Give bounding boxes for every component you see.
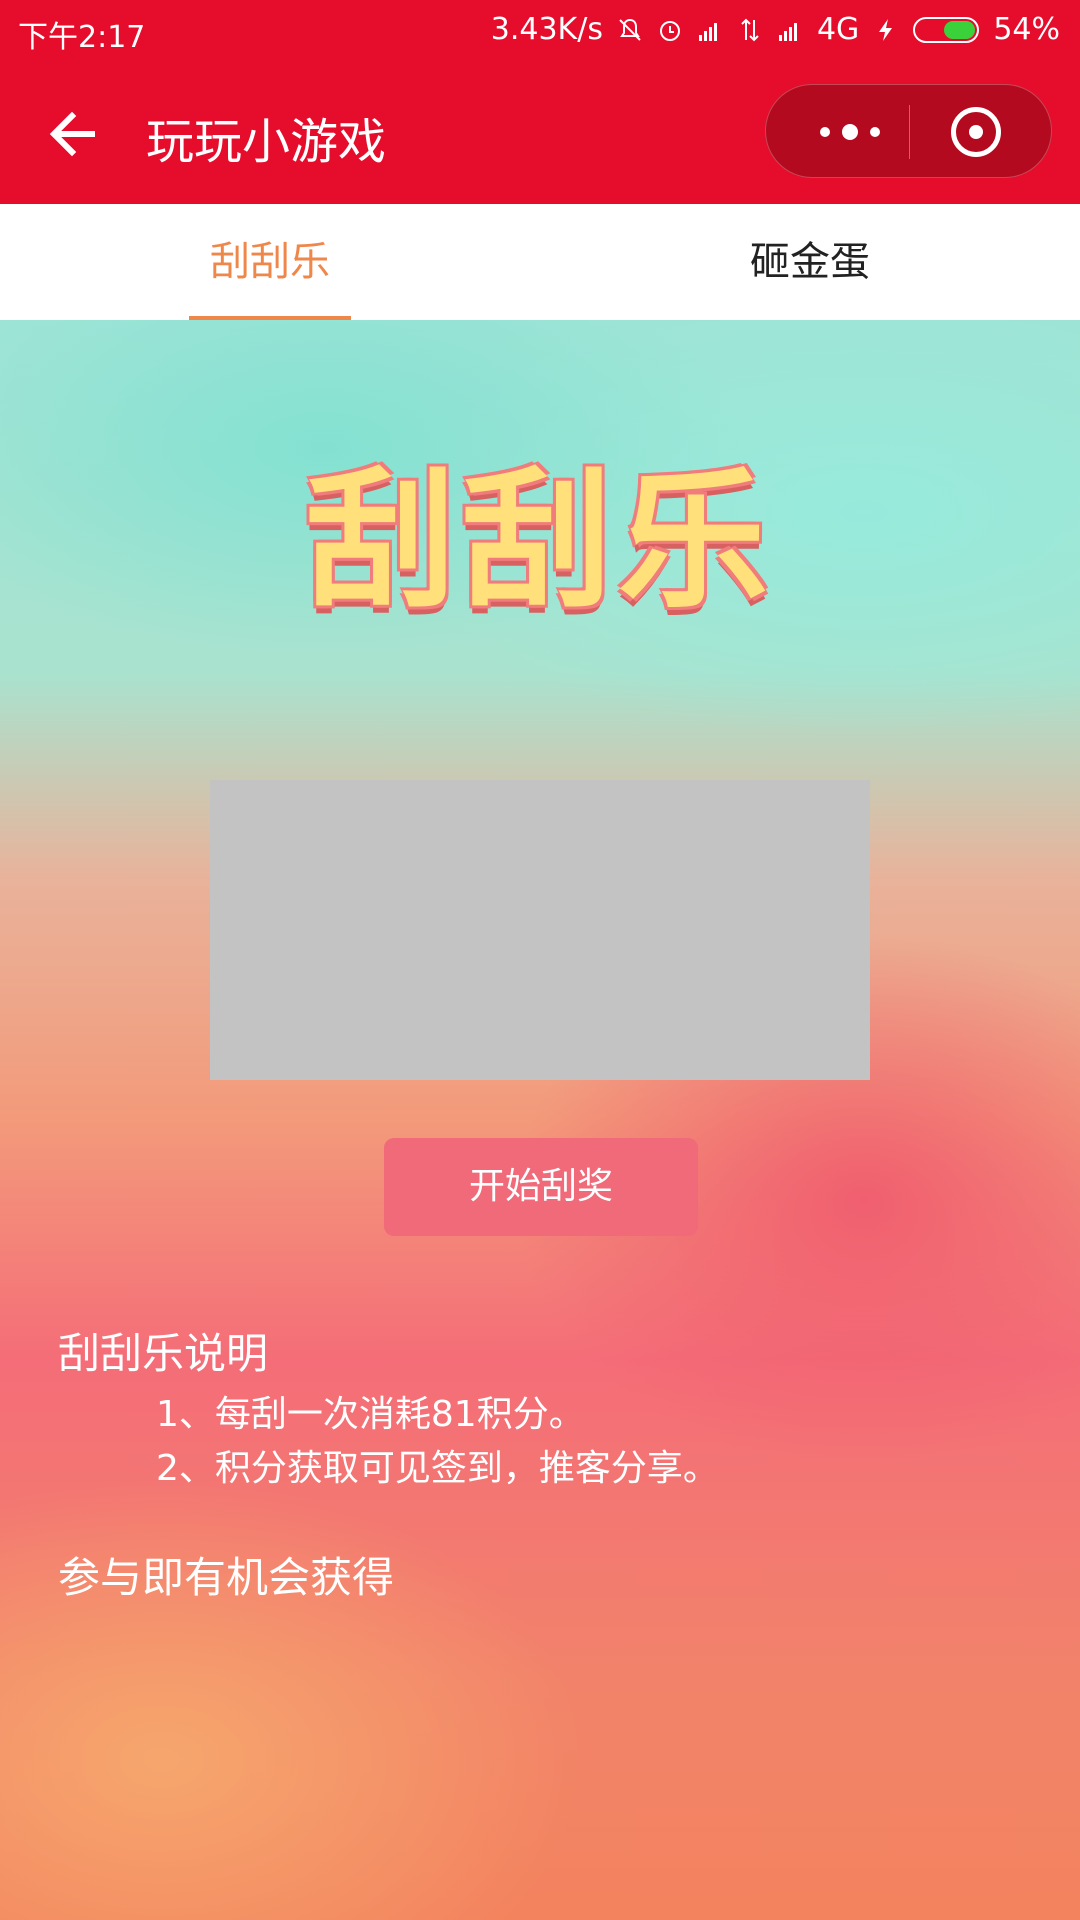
more-dot-icon [870, 127, 880, 137]
mute-bell-icon [619, 18, 641, 41]
rules-list: 1、每刮一次消耗81积分。 2、积分获取可见签到，推客分享。 [156, 1388, 719, 1496]
capsule-divider [909, 105, 910, 159]
battery-icon [913, 16, 980, 43]
status-time: 下午2:17 [18, 20, 146, 55]
scratch-card-area[interactable] [210, 780, 870, 1080]
battery-fill [944, 20, 976, 39]
prize-heading: 参与即有机会获得 [58, 1553, 395, 1602]
game-title-logo: 刮刮乐 [305, 455, 774, 629]
close-miniprogram-icon[interactable] [951, 107, 1001, 157]
miniprogram-capsule [765, 84, 1052, 178]
page-title: 玩玩小游戏 [146, 114, 387, 170]
tab-label: 刮刮乐 [210, 239, 330, 285]
scratch-game-area: 刮刮乐 开始刮奖 刮刮乐说明 1、每刮一次消耗81积分。 2、积分获取可见签到，… [0, 320, 1080, 1920]
charging-icon [879, 18, 893, 41]
more-dot-icon [842, 124, 858, 140]
tab-golden-egg[interactable]: 砸金蛋 [540, 204, 1080, 320]
battery-percent: 54% [993, 12, 1060, 47]
tab-bar: 刮刮乐 砸金蛋 [0, 204, 1080, 320]
network-type: 4G [816, 12, 860, 47]
data-transfer-icon [741, 18, 759, 41]
rule-item: 2、积分获取可见签到，推客分享。 [156, 1448, 719, 1489]
signal-icon-2 [778, 22, 797, 41]
start-scratch-button[interactable]: 开始刮奖 [384, 1138, 698, 1236]
rules-heading: 刮刮乐说明 [58, 1329, 269, 1378]
signal-icon [698, 22, 717, 41]
network-speed: 3.43K/s [490, 12, 603, 47]
more-dot-icon [820, 127, 830, 137]
tab-label: 砸金蛋 [750, 239, 870, 285]
status-bar: 下午2:17 3.43K/s 4G 54% [0, 0, 1080, 62]
alarm-icon [659, 20, 680, 41]
nav-bar: 玩玩小游戏 [0, 62, 1080, 204]
rule-item: 1、每刮一次消耗81积分。 [156, 1394, 585, 1435]
more-menu-button[interactable] [800, 85, 900, 179]
tab-scratch-card[interactable]: 刮刮乐 [0, 204, 540, 320]
back-arrow-icon[interactable] [44, 104, 104, 164]
